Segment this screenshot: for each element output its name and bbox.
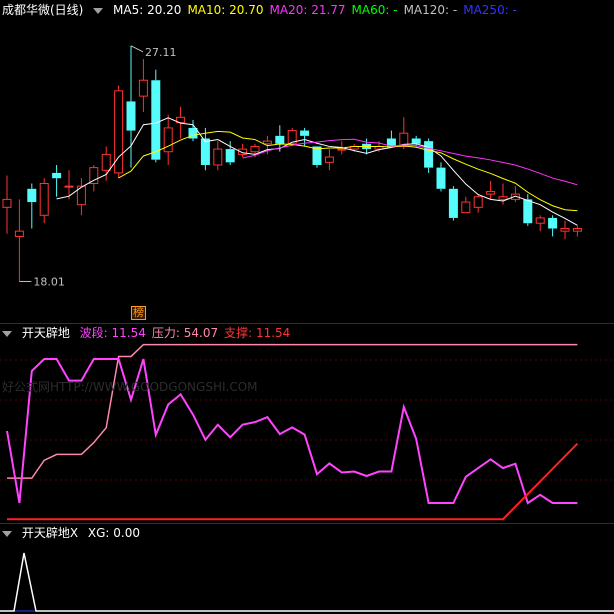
high-pointer bbox=[130, 45, 144, 53]
ma-legend: MA5: 20.20 MA10: 20.70 MA20: 21.77 MA60: - M… bbox=[113, 3, 523, 17]
candle[interactable] bbox=[436, 162, 446, 192]
oscillator-legend-item: 支撑: 11.54 bbox=[224, 326, 291, 340]
stock-title: 成都华微(日线) bbox=[2, 3, 84, 17]
low-price-label: 18.01 bbox=[33, 275, 65, 288]
candle[interactable] bbox=[39, 178, 49, 224]
ma-legend-item: MA250: - bbox=[463, 3, 517, 17]
pressure-line bbox=[7, 343, 578, 479]
signal-value: XG: 0.00 bbox=[87, 526, 140, 540]
candle[interactable] bbox=[2, 175, 12, 234]
ma5-line bbox=[56, 117, 578, 226]
candle[interactable] bbox=[138, 59, 148, 113]
candle[interactable] bbox=[163, 114, 173, 165]
candle[interactable] bbox=[52, 164, 62, 197]
candle[interactable] bbox=[114, 85, 124, 179]
candle[interactable] bbox=[27, 183, 37, 229]
candle[interactable] bbox=[498, 183, 508, 205]
candle[interactable] bbox=[324, 149, 334, 171]
high-price-label: 27.11 bbox=[145, 46, 177, 59]
candle[interactable] bbox=[200, 127, 210, 171]
candle[interactable] bbox=[238, 143, 248, 158]
candle[interactable] bbox=[89, 164, 99, 192]
price-panel[interactable]: 27.11 18.01 成都华微(日线) MA5: 20.20 MA10: 20.7… bbox=[0, 0, 614, 323]
signal-panel[interactable]: 开天辟地X XG: 0.00 bbox=[0, 523, 614, 614]
oscillator-legend: 波段: 11.54 压力: 54.07 支撑: 11.54 bbox=[80, 326, 297, 340]
ma-legend-item: MA5: 20.20 bbox=[113, 3, 182, 17]
candle[interactable] bbox=[386, 130, 396, 147]
signal-title: 开天辟地X bbox=[21, 526, 79, 540]
dropdown-icon[interactable] bbox=[2, 330, 12, 337]
oscillator-legend-item: 波段: 11.54 bbox=[79, 326, 146, 340]
candle[interactable] bbox=[486, 180, 496, 200]
ma-legend-item: MA10: 20.70 bbox=[187, 3, 264, 17]
ma-legend-item: MA20: 21.77 bbox=[269, 3, 346, 17]
candle[interactable] bbox=[572, 225, 582, 237]
dropdown-icon[interactable] bbox=[2, 530, 12, 537]
oscillator-header: 开天辟地 波段: 11.54 压力: 54.07 支撑: 11.54 bbox=[2, 326, 302, 340]
ma-legend-item: MA120: - bbox=[403, 3, 458, 17]
oscillator-legend-item: 压力: 54.07 bbox=[151, 326, 219, 340]
oscillator-chart[interactable] bbox=[0, 323, 614, 523]
candle[interactable] bbox=[473, 194, 483, 213]
candle[interactable] bbox=[64, 170, 74, 200]
ma-legend-item: MA60: - bbox=[351, 3, 398, 17]
candle[interactable] bbox=[548, 215, 558, 237]
rank-marker[interactable]: 榜 bbox=[131, 306, 146, 320]
signal-header: 开天辟地X XG: 0.00 bbox=[2, 526, 146, 540]
candle[interactable] bbox=[461, 196, 471, 214]
candle[interactable] bbox=[14, 199, 24, 282]
candle[interactable] bbox=[213, 141, 223, 171]
candle[interactable] bbox=[424, 138, 434, 173]
candle[interactable] bbox=[510, 186, 520, 203]
watermark-text: 好公式网HTTP://WWW.GOODGONGSHI.COM bbox=[2, 380, 258, 394]
support-line bbox=[7, 442, 579, 521]
candle[interactable] bbox=[560, 220, 570, 240]
signal-spike bbox=[0, 552, 614, 612]
dropdown-icon[interactable] bbox=[93, 7, 104, 14]
price-panel-header: 成都华微(日线) MA5: 20.20 MA10: 20.70 MA20: 21.7… bbox=[2, 3, 529, 17]
candle[interactable] bbox=[535, 215, 545, 232]
oscillator-panel[interactable]: 开天辟地 波段: 11.54 压力: 54.07 支撑: 11.54 bbox=[0, 323, 614, 523]
candle[interactable] bbox=[312, 146, 322, 168]
candle[interactable] bbox=[188, 119, 198, 142]
candle[interactable] bbox=[151, 69, 161, 163]
oscillator-title: 开天辟地 bbox=[21, 326, 70, 340]
candle[interactable] bbox=[76, 178, 86, 216]
candlestick-chart[interactable]: 27.11 18.01 bbox=[0, 0, 614, 323]
candle[interactable] bbox=[448, 186, 458, 221]
